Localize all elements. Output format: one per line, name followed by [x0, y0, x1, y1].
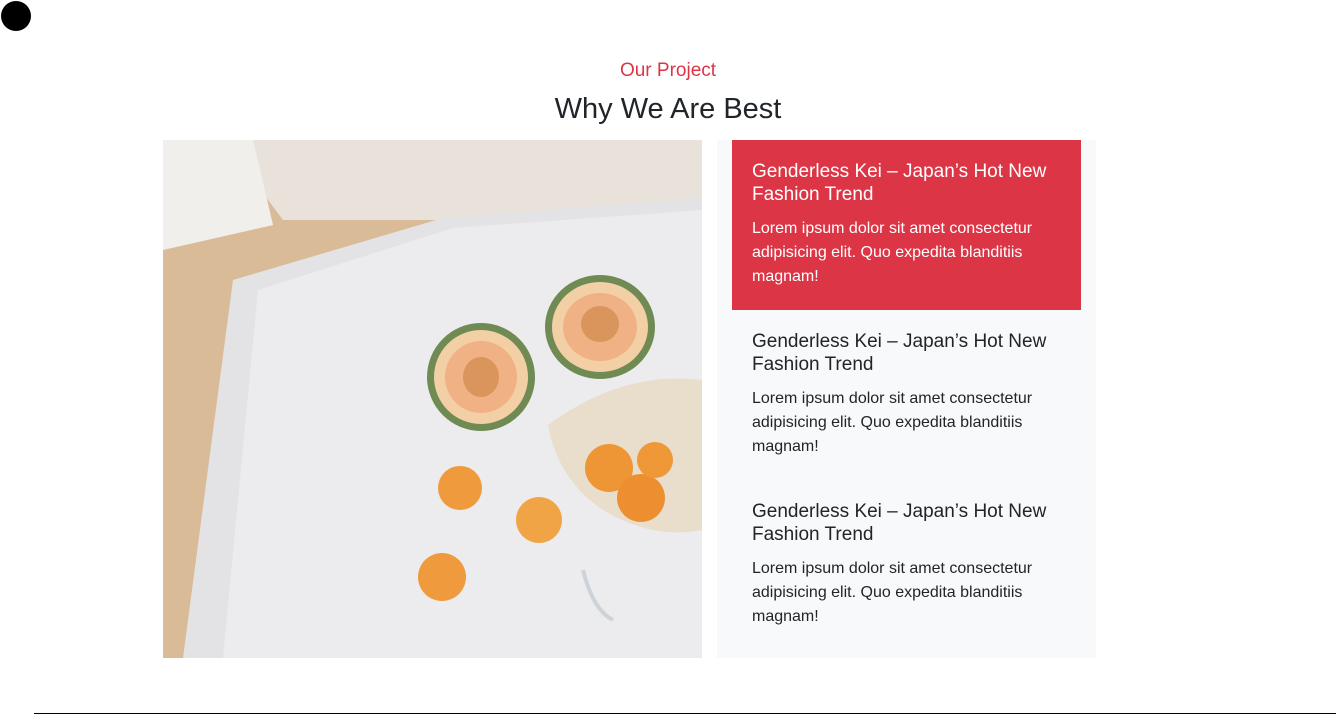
cursor-indicator: [1, 1, 31, 31]
feature-card-text: Lorem ipsum dolor sit amet consectetur a…: [752, 560, 1033, 625]
bottom-divider: [34, 713, 1336, 714]
feature-card-title: Genderless Kei – Japan’s Hot New Fashion…: [752, 161, 1047, 205]
feature-card-3[interactable]: Genderless Kei – Japan’s Hot New Fashion…: [732, 480, 1081, 650]
feature-card-1[interactable]: Genderless Kei – Japan’s Hot New Fashion…: [732, 140, 1081, 310]
section-eyebrow: Our Project: [619, 60, 717, 81]
feature-card-title: Genderless Kei – Japan’s Hot New Fashion…: [752, 331, 1047, 375]
section-title: Why We Are Best: [554, 93, 782, 125]
feature-card-text: Lorem ipsum dolor sit amet consectetur a…: [752, 390, 1033, 455]
fruit-photo-illustration: [163, 140, 702, 658]
feature-card-2[interactable]: Genderless Kei – Japan’s Hot New Fashion…: [732, 310, 1081, 480]
project-photo: [163, 140, 702, 658]
features-panel: Genderless Kei – Japan’s Hot New Fashion…: [717, 140, 1096, 658]
feature-card-title: Genderless Kei – Japan’s Hot New Fashion…: [752, 501, 1047, 545]
feature-card-text: Lorem ipsum dolor sit amet consectetur a…: [752, 220, 1033, 285]
